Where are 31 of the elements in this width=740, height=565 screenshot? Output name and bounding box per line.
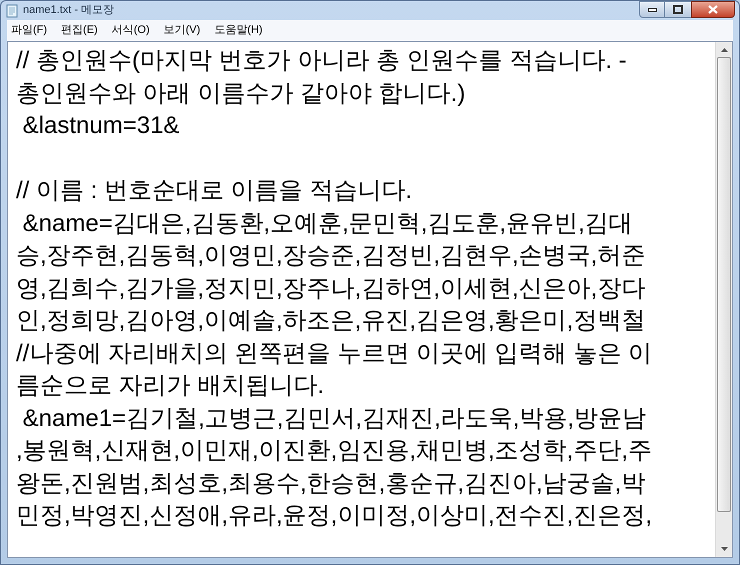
text-line: &name1=김기철,고병근,김민서,김재진,라도욱,박용,방윤남 bbox=[22, 404, 646, 432]
text-line: // 총인원수(마지막 번호가 아니라 총 인원수를 적습니다. - bbox=[16, 47, 627, 74]
menu-item[interactable]: 서식(O) bbox=[112, 22, 150, 39]
maximize-button[interactable] bbox=[665, 1, 691, 18]
notepad-icon bbox=[5, 4, 19, 18]
text-line: // 이름 : 번호순대로 이름을 적습니다. bbox=[16, 177, 412, 204]
maximize-icon bbox=[673, 5, 683, 14]
text-line: ,봉원혁,신재현,이민재,이진환,임진용,채민병,조성학,주단,주 bbox=[16, 437, 652, 464]
text-line: 총인원수와 아래 이름수가 같아야 합니다.) bbox=[16, 80, 466, 106]
text-line: &lastnum=31& bbox=[22, 112, 180, 139]
minimize-icon bbox=[648, 8, 656, 12]
text-line: //나중에 자리배치의 왼쪽편을 누르면 이곳에 입력해 놓은 이 bbox=[16, 340, 652, 366]
text-line: 승,장주현,김동혁,이영민,장승준,김정빈,김현우,손병국,허준 bbox=[16, 242, 646, 269]
text-line: 영,김희수,김가을,정지민,장주나,김하연,이세현,신은아,장다 bbox=[16, 274, 646, 302]
text-line: 왕돈,진원범,최성호,최용수,한승현,홍순규,김진아,남궁솔,박 bbox=[16, 470, 646, 496]
text-line: 민정,박영진,신정애,유라,윤정,이미정,이상미,전수진,진은정, bbox=[16, 502, 652, 529]
text-line: 름순으로 자리가 배치됩니다. bbox=[16, 372, 324, 399]
scroll-thumb[interactable] bbox=[717, 57, 731, 512]
close-icon bbox=[708, 5, 718, 14]
menu-item[interactable]: 보기(V) bbox=[164, 22, 200, 39]
menu-item[interactable]: 도움말(H) bbox=[214, 22, 263, 39]
window-title: name1.txt - 메모장 bbox=[23, 3, 116, 18]
text-line: 인,정희망,김아영,이예솔,하조은,유진,김은영,황은미,정백철 bbox=[16, 307, 646, 334]
scroll-up-icon[interactable] bbox=[720, 48, 728, 52]
close-button[interactable] bbox=[691, 1, 735, 18]
minimize-button[interactable] bbox=[639, 1, 665, 18]
vertical-scrollbar[interactable] bbox=[715, 42, 732, 557]
menu-item[interactable]: 파일(F) bbox=[11, 22, 48, 39]
text-line: &name=김대은,김동환,오예훈,문민혁,김도훈,윤유빈,김대 bbox=[22, 210, 633, 236]
scroll-down-icon[interactable] bbox=[720, 547, 728, 551]
menu-item[interactable]: 편집(E) bbox=[61, 22, 98, 39]
